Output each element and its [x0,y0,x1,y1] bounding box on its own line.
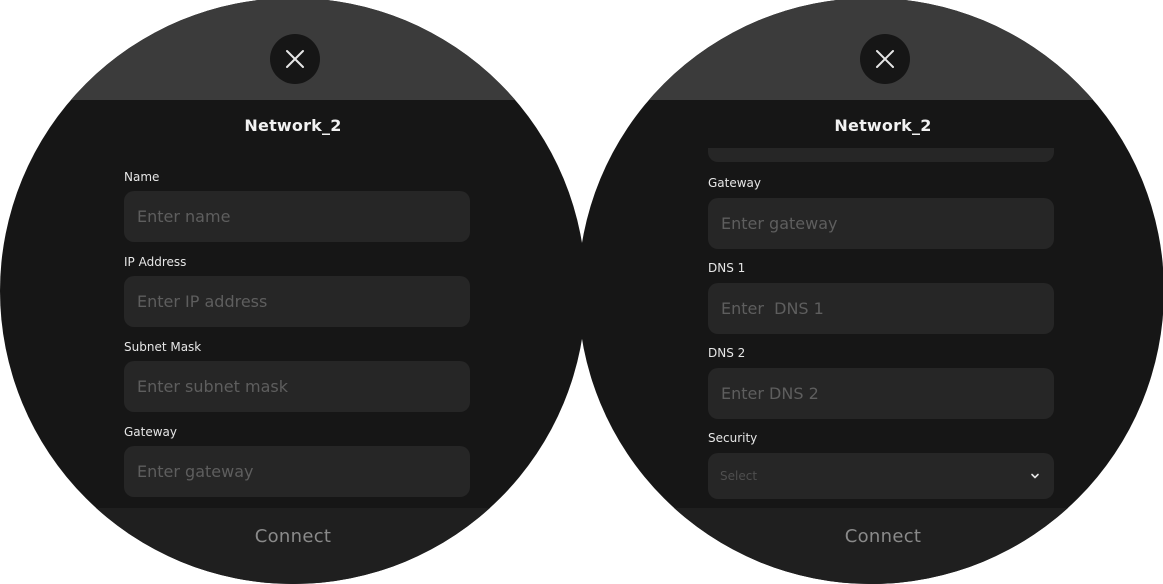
subnet-mask-label: Subnet Mask [124,340,202,354]
chevron-down-icon [1031,473,1039,479]
ip-address-field[interactable]: Enter IP address [124,276,470,327]
dns2-label: DNS 2 [708,346,746,360]
close-icon [876,50,894,68]
connect-button[interactable]: Connect [0,508,586,564]
close-button[interactable] [860,34,910,84]
gateway-field[interactable]: Enter gateway [708,198,1054,249]
watch-screen-left: Network_2 Name Enter name IP Address Ent… [0,0,586,584]
gateway-label: Gateway [124,425,178,439]
page-title: Network_2 [834,116,932,135]
security-select-value: Select [720,469,758,483]
name-label: Name [124,170,160,184]
connect-button[interactable]: Connect [590,508,1163,564]
subnet-mask-field[interactable]: Enter subnet mask [124,361,470,412]
ip-address-label: IP Address [124,255,187,269]
name-field[interactable]: Enter name [124,191,470,242]
gateway-label: Gateway [708,176,762,190]
scrolled-input-edge [708,148,1054,162]
page-title: Network_2 [244,116,342,135]
dns1-label: DNS 1 [708,261,746,275]
dns1-field[interactable]: Enter DNS 1 [708,283,1054,334]
watch-screen-right: Network_2 Gateway Enter gateway DNS 1 En… [578,0,1163,584]
security-label: Security [708,431,758,445]
gateway-field[interactable]: Enter gateway [124,446,470,497]
security-select[interactable]: Select [708,453,1054,499]
close-button[interactable] [270,34,320,84]
dns2-field[interactable]: Enter DNS 2 [708,368,1054,419]
close-icon [286,50,304,68]
